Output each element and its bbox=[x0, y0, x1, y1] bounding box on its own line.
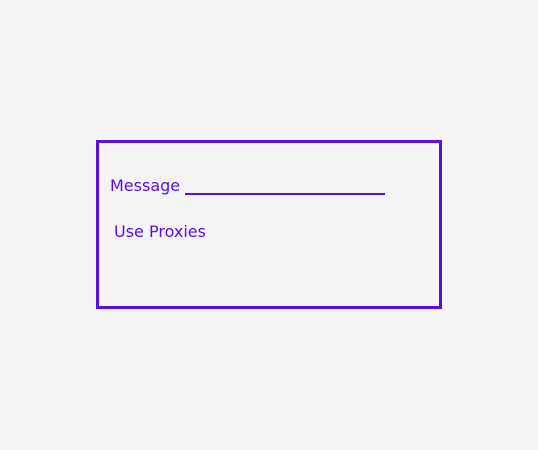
use-proxies-option[interactable]: Use Proxies bbox=[114, 222, 206, 242]
message-dialog: Message Use Proxies bbox=[96, 140, 442, 309]
message-label: Message bbox=[110, 176, 181, 195]
message-input[interactable] bbox=[185, 173, 385, 195]
